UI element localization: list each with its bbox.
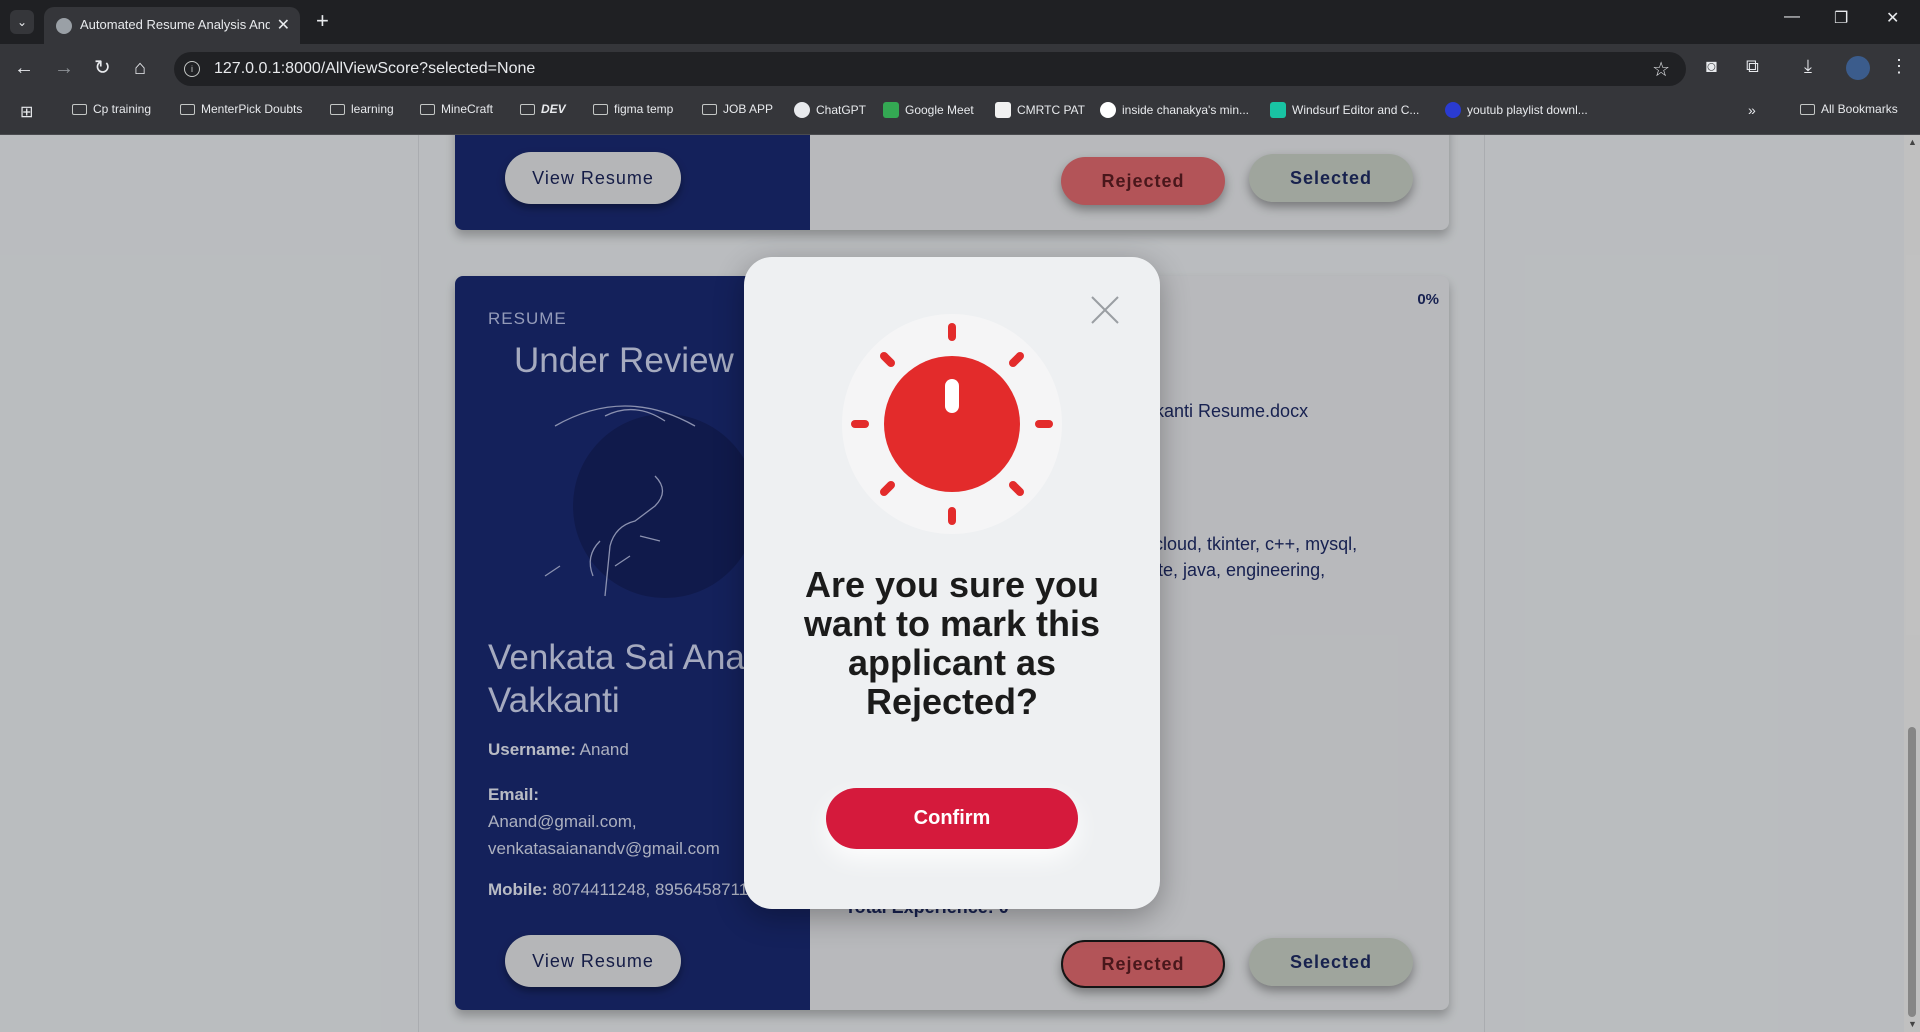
globe-icon <box>56 18 72 34</box>
address-bar[interactable]: i 127.0.0.1:8000/AllViewScore?selected=N… <box>174 52 1686 86</box>
warning-timer-icon <box>842 314 1062 534</box>
folder-icon <box>180 103 195 115</box>
minimize-icon[interactable]: — <box>1784 8 1800 26</box>
site-info-icon[interactable]: i <box>184 61 200 77</box>
all-bookmarks[interactable]: All Bookmarks <box>1800 102 1898 116</box>
more-bookmarks-icon[interactable]: » <box>1748 102 1756 118</box>
bookmark-item[interactable]: figma temp <box>593 102 673 116</box>
close-tab-icon[interactable]: ✕ <box>277 15 290 35</box>
windsurf-icon <box>1270 102 1286 118</box>
bookmark-item[interactable]: Google Meet <box>883 102 974 118</box>
bookmark-item[interactable]: DEV <box>520 102 566 116</box>
camera-icon[interactable]: ◙ <box>1706 56 1717 77</box>
bookmark-item[interactable]: Cp training <box>72 102 151 116</box>
bookmark-item[interactable]: MenterPick Doubts <box>180 102 302 116</box>
extensions-icon[interactable]: ⧉ <box>1746 56 1759 77</box>
bookmark-item[interactable]: MineCraft <box>420 102 493 116</box>
tab-bar: ⌄ Automated Resume Analysis And S ✕ + — … <box>0 0 1920 44</box>
apps-grid-icon[interactable]: ⊞ <box>20 102 36 121</box>
menu-kebab-icon[interactable]: ⋮ <box>1890 56 1908 77</box>
bookmark-item[interactable]: youtub playlist downl... <box>1445 102 1588 118</box>
tab-title: Automated Resume Analysis And S <box>80 17 270 32</box>
home-icon[interactable]: ⌂ <box>134 58 146 78</box>
bookmark-star-icon[interactable]: ☆ <box>1652 57 1670 82</box>
close-icon[interactable] <box>1090 295 1120 325</box>
tab-search-button[interactable]: ⌄ <box>10 10 34 34</box>
folder-icon <box>1800 103 1815 115</box>
bookmark-item[interactable]: ChatGPT <box>794 102 866 118</box>
browser-toolbar: ← → ↻ ⌂ i 127.0.0.1:8000/AllViewScore?se… <box>0 44 1920 94</box>
folder-icon <box>593 103 608 115</box>
bookmark-item[interactable]: JOB APP <box>702 102 773 116</box>
cmrtc-icon <box>995 102 1011 118</box>
bookmark-item[interactable]: inside chanakya's min... <box>1100 102 1249 118</box>
active-tab[interactable]: Automated Resume Analysis And S ✕ <box>44 7 300 44</box>
forward-icon[interactable]: → <box>54 58 74 78</box>
restore-icon[interactable]: ❐ <box>1834 8 1848 28</box>
folder-icon <box>330 103 345 115</box>
folder-icon <box>702 103 717 115</box>
confirm-question: Are you sure you want to mark this appli… <box>803 564 1101 722</box>
profile-avatar[interactable] <box>1846 56 1870 80</box>
google-meet-icon <box>883 102 899 118</box>
back-icon[interactable]: ← <box>14 58 34 78</box>
bookmark-item[interactable]: CMRTC PAT <box>995 102 1085 118</box>
confirm-dialog: Are you sure you want to mark this appli… <box>744 257 1160 909</box>
download-icon[interactable]: ⤓ <box>1804 56 1812 77</box>
folder-icon <box>72 103 87 115</box>
bookmark-item[interactable]: Windsurf Editor and C... <box>1270 102 1419 118</box>
url-text: 127.0.0.1:8000/AllViewScore?selected=Non… <box>214 60 536 77</box>
folder-icon <box>420 103 435 115</box>
confirm-button[interactable]: Confirm <box>826 788 1078 849</box>
chatgpt-icon <box>794 102 810 118</box>
window-close-icon[interactable]: ✕ <box>1886 8 1899 28</box>
info-icon <box>1445 102 1461 118</box>
new-tab-button[interactable]: + <box>316 8 329 34</box>
google-icon <box>1100 102 1116 118</box>
reload-icon[interactable]: ↻ <box>94 58 111 78</box>
bookmarks-bar: ⊞ Cp training MenterPick Doubts learning… <box>0 94 1920 135</box>
bookmark-item[interactable]: learning <box>330 102 394 116</box>
folder-icon <box>520 103 535 115</box>
